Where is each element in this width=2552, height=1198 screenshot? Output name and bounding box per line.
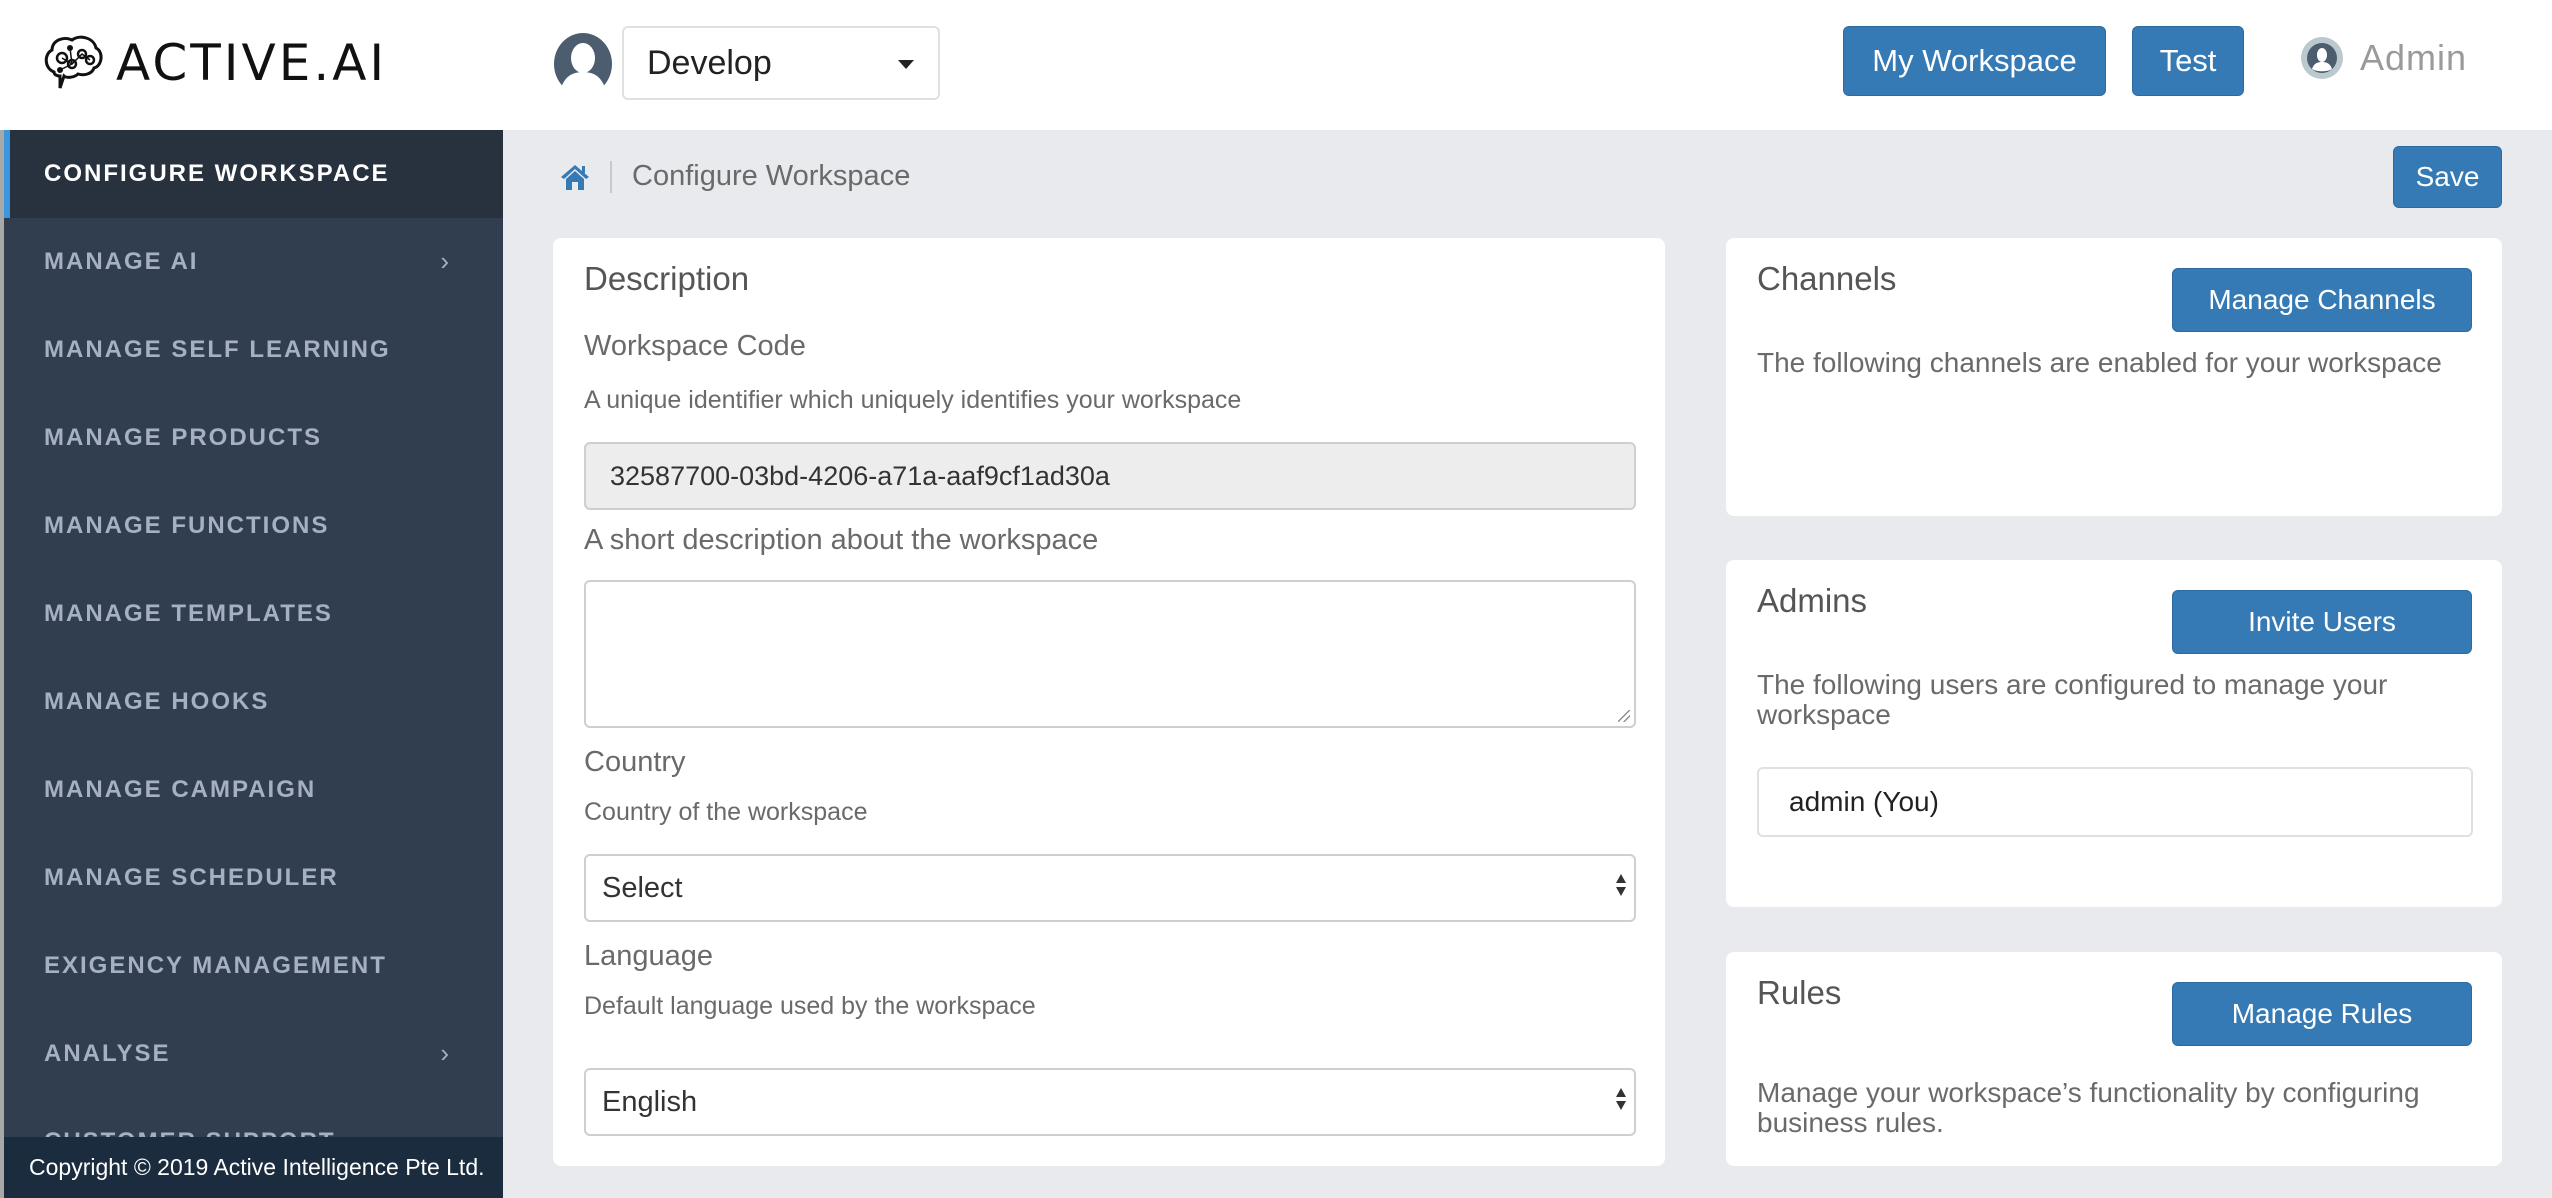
workspace-code-field[interactable]: 32587700-03bd-4206-a71a-aaf9cf1ad30a — [584, 442, 1636, 510]
sidebar-item-exigency-management[interactable]: EXIGENCY MANAGEMENT — [4, 922, 503, 1010]
sidebar-item-label: MANAGE SELF LEARNING — [44, 336, 391, 363]
chevron-right-icon: › — [440, 246, 451, 276]
country-label: Country — [584, 746, 686, 778]
language-select-value: English — [602, 1085, 698, 1118]
short-description-label: A short description about the workspace — [584, 524, 1099, 556]
breadcrumb: Configure Workspace — [560, 160, 910, 193]
breadcrumb-current: Configure Workspace — [632, 160, 911, 192]
channels-card-title: Channels — [1757, 260, 1897, 297]
test-button[interactable]: Test — [2132, 26, 2244, 96]
user-menu[interactable]: Admin — [2300, 36, 2467, 80]
manage-rules-button[interactable]: Manage Rules — [2172, 982, 2472, 1046]
breadcrumb-separator — [610, 160, 612, 193]
admin-user-name: admin (You) — [1789, 786, 1939, 817]
caret-down-icon — [898, 60, 914, 69]
language-label: Language — [584, 940, 714, 972]
sidebar-item-manage-products[interactable]: MANAGE PRODUCTS — [4, 394, 503, 482]
sidebar-item-label: MANAGE AI — [44, 248, 199, 275]
sidebar-item-label: MANAGE SCHEDULER — [44, 864, 339, 891]
sidebar-item-label: ANALYSE — [44, 1040, 171, 1067]
sidebar-item-label: MANAGE HOOKS — [44, 688, 270, 715]
home-icon[interactable] — [560, 163, 590, 191]
channels-card: Channels Manage Channels The following c… — [1726, 238, 2502, 516]
sidebar-nav: CONFIGURE WORKSPACE MANAGE AI › MANAGE SE… — [4, 130, 503, 1198]
workspace-code-value: 32587700-03bd-4206-a71a-aaf9cf1ad30a — [610, 460, 1110, 491]
description-card-title: Description — [584, 260, 750, 297]
workspace-select-value: Develop — [647, 43, 772, 82]
sidebar-item-configure-workspace[interactable]: CONFIGURE WORKSPACE — [4, 130, 503, 218]
language-help: Default language used by the workspace — [584, 992, 1036, 1020]
brand-logo[interactable]: ACTIVE.AI — [40, 30, 387, 96]
user-avatar-icon — [2301, 37, 2343, 79]
select-arrows-icon — [1616, 874, 1626, 896]
admins-card-title: Admins — [1757, 582, 1868, 619]
channels-card-text: The following channels are enabled for y… — [1757, 347, 2442, 378]
workspace-select[interactable]: Develop — [622, 26, 940, 100]
sidebar-item-manage-scheduler[interactable]: MANAGE SCHEDULER — [4, 834, 503, 922]
rules-card-title: Rules — [1757, 974, 1842, 1011]
my-workspace-button[interactable]: My Workspace — [1843, 26, 2106, 96]
select-arrows-icon — [1616, 1088, 1626, 1110]
sidebar-item-label: MANAGE FUNCTIONS — [44, 512, 330, 539]
top-header: ACTIVE.AI Develop My Workspace Test Admi… — [0, 0, 2552, 130]
workspace-avatar-icon — [554, 33, 612, 95]
rules-card-text: Manage your workspace’s functionality by… — [1757, 1077, 2420, 1138]
sidebar-item-label: EXIGENCY MANAGEMENT — [44, 952, 387, 979]
user-name: Admin — [2360, 37, 2468, 78]
admins-card-text: The following users are configured to ma… — [1757, 669, 2388, 730]
admin-list-item[interactable]: admin (You) — [1757, 767, 2473, 837]
sidebar-item-manage-templates[interactable]: MANAGE TEMPLATES — [4, 570, 503, 658]
brand-name: ACTIVE.AI — [116, 34, 388, 92]
brain-icon — [44, 35, 103, 89]
sidebar-item-manage-ai[interactable]: MANAGE AI › — [4, 218, 503, 306]
short-description-textarea[interactable] — [584, 580, 1636, 728]
sidebar-item-label: MANAGE PRODUCTS — [44, 424, 323, 451]
workspace-code-help: A unique identifier which uniquely ident… — [584, 386, 1242, 414]
sidebar-item-label: CONFIGURE WORKSPACE — [44, 160, 390, 187]
sidebar-item-analyse[interactable]: ANALYSE › — [4, 1010, 503, 1098]
workspace-code-label: Workspace Code — [584, 330, 806, 362]
country-help: Country of the workspace — [584, 798, 868, 826]
description-card: Description Workspace Code A unique iden… — [553, 238, 1665, 1166]
sidebar-item-manage-campaign[interactable]: MANAGE CAMPAIGN — [4, 746, 503, 834]
sidebar-item-label: MANAGE TEMPLATES — [44, 600, 333, 627]
copyright-footer: Copyright © 2019 Active Intelligence Pte… — [4, 1137, 503, 1198]
country-select[interactable]: Select — [584, 854, 1636, 922]
sidebar-item-manage-functions[interactable]: MANAGE FUNCTIONS — [4, 482, 503, 570]
invite-users-button[interactable]: Invite Users — [2172, 590, 2472, 654]
sidebar-item-manage-self-learning[interactable]: MANAGE SELF LEARNING — [4, 306, 503, 394]
resize-grip-icon[interactable] — [1618, 710, 1630, 722]
rules-card: Rules Manage Rules Manage your workspace… — [1726, 952, 2502, 1166]
sidebar-item-manage-hooks[interactable]: MANAGE HOOKS — [4, 658, 503, 746]
language-select[interactable]: English — [584, 1068, 1636, 1136]
manage-channels-button[interactable]: Manage Channels — [2172, 268, 2472, 332]
save-button[interactable]: Save — [2393, 146, 2502, 208]
chevron-right-icon: › — [440, 1038, 451, 1068]
country-select-value: Select — [602, 871, 683, 904]
admins-card: Admins Invite Users The following users … — [1726, 560, 2502, 907]
sidebar-item-label: MANAGE CAMPAIGN — [44, 776, 317, 803]
